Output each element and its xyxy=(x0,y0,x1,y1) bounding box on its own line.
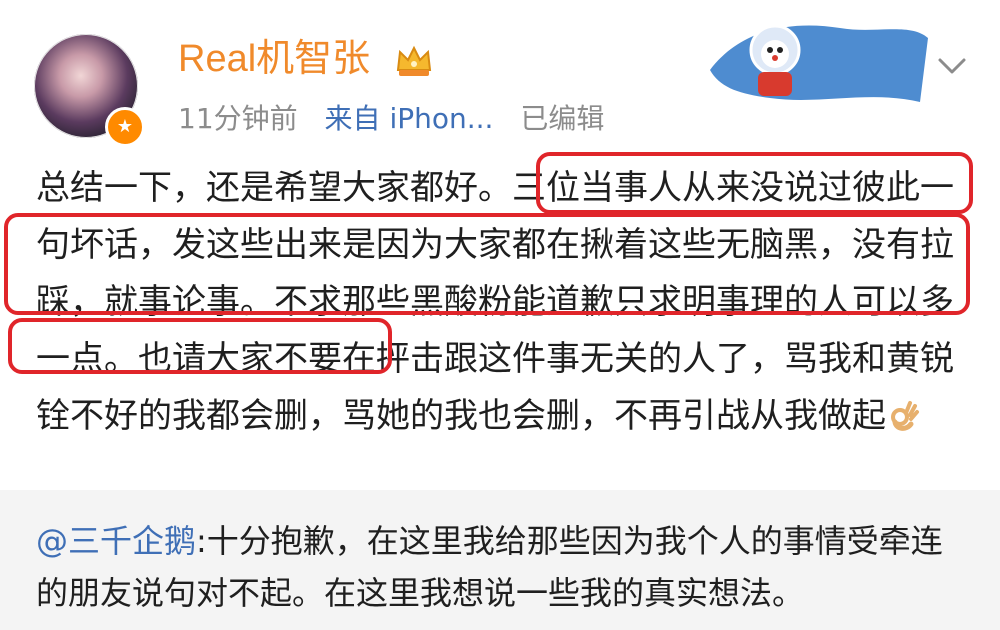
doraemon-sticker xyxy=(710,24,928,103)
mention-link[interactable]: @三千企鹅 xyxy=(36,522,196,560)
chevron-down-icon[interactable] xyxy=(930,44,974,88)
post-source[interactable]: 来自 iPhon... xyxy=(325,102,494,135)
verified-badge-icon: ★ xyxy=(105,107,145,147)
post-meta: 11分钟前 来自 iPhon... 已编辑 xyxy=(178,102,622,136)
post-text: 总结一下，还是希望大家都好。三位当事人从来没说过彼此一句坏话，发这些出来是因为大… xyxy=(36,168,954,436)
repost-card[interactable]: @三千企鹅:十分抱歉，在这里我给那些因为我个人的事情受牵连的朋友说句对不起。在这… xyxy=(0,490,1000,630)
post-body: 总结一下，还是希望大家都好。三位当事人从来没说过彼此一句坏话，发这些出来是因为大… xyxy=(36,160,971,445)
repost-text: @三千企鹅:十分抱歉，在这里我给那些因为我个人的事情受牵连的朋友说句对不起。在这… xyxy=(36,515,966,619)
post-header: ★ Real机智张 11分钟前 来自 iPhon... 已编辑 xyxy=(0,0,1000,160)
crown-icon xyxy=(396,45,432,76)
post-time: 11分钟前 xyxy=(178,102,298,135)
ok-hand-icon xyxy=(891,401,919,431)
username[interactable]: Real机智张 xyxy=(178,36,370,82)
edited-label[interactable]: 已编辑 xyxy=(520,102,604,135)
